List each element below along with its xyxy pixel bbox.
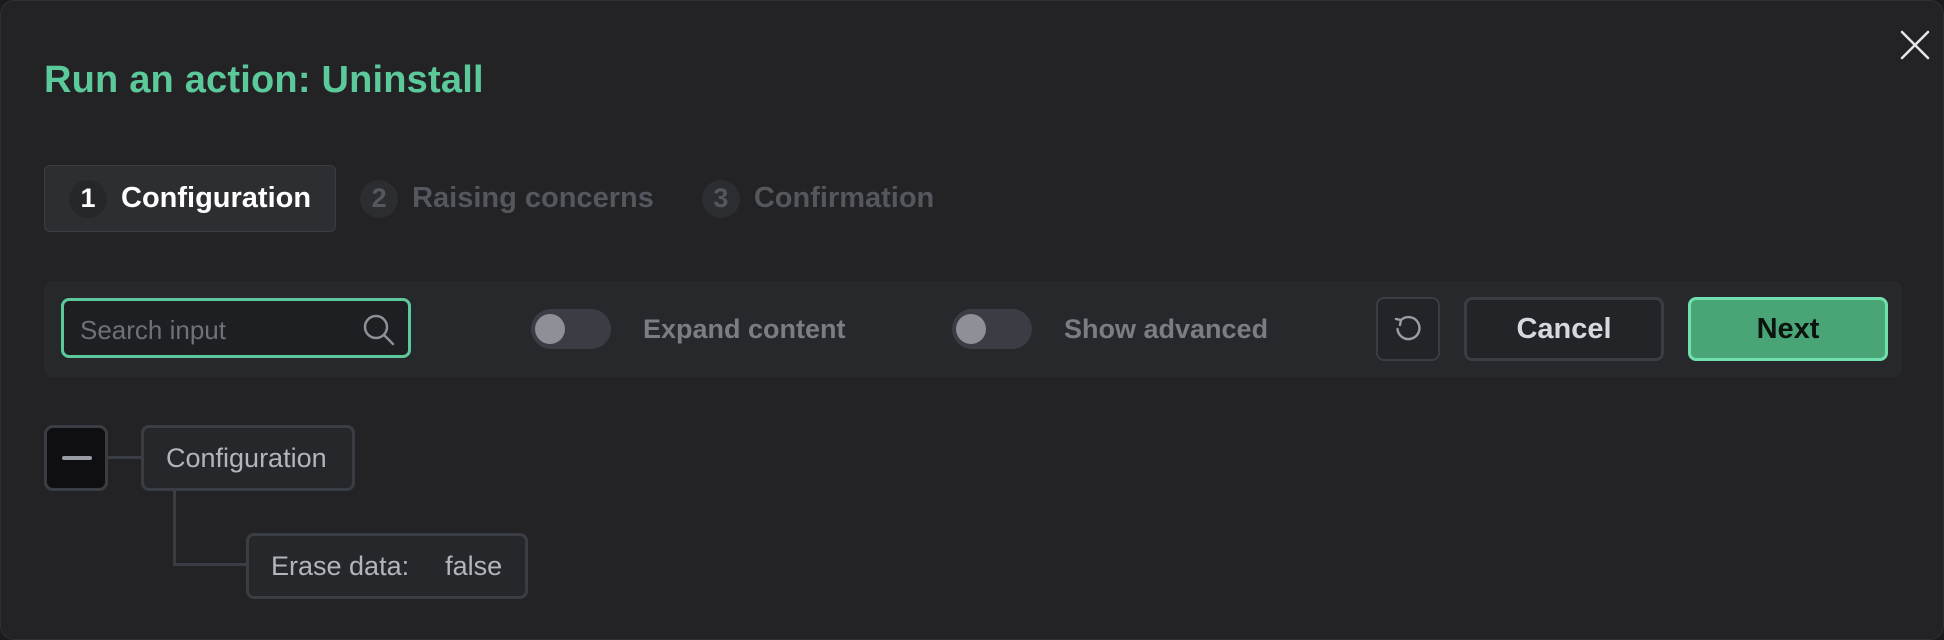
search-input[interactable]	[78, 311, 352, 349]
expand-content-toggle[interactable]	[531, 309, 611, 349]
close-button[interactable]	[1899, 29, 1931, 61]
collapse-icon	[62, 456, 92, 460]
dialog-title: Run an action: Uninstall	[44, 59, 484, 101]
toggle-knob	[535, 314, 565, 344]
collapse-button[interactable]	[44, 425, 108, 491]
step-label: Configuration	[121, 182, 312, 214]
step-configuration[interactable]: 1 Configuration	[44, 165, 337, 232]
expand-content-label: Expand content	[643, 313, 846, 344]
action-dialog: Run an action: Uninstall 1 Configuration…	[0, 0, 1944, 640]
erase-data-key: Erase data:	[271, 550, 410, 581]
toggle-knob	[956, 314, 986, 344]
step-label: Raising concerns	[412, 182, 654, 214]
expand-content-group: Expand content	[531, 309, 846, 349]
show-advanced-label: Show advanced	[1064, 313, 1269, 344]
step-raising-concerns[interactable]: 2 Raising concerns	[336, 165, 678, 232]
tree-node-label: Configuration	[166, 442, 327, 473]
search-box	[61, 298, 411, 358]
show-advanced-group: Show advanced	[952, 309, 1268, 349]
tree-node-erase-data: Erase data: false	[246, 533, 528, 599]
show-advanced-toggle[interactable]	[952, 309, 1032, 349]
step-confirmation[interactable]: 3 Confirmation	[678, 165, 958, 232]
erase-data-value: false	[445, 550, 503, 581]
step-number: 3	[701, 179, 740, 218]
reset-button[interactable]	[1376, 297, 1440, 361]
tree-node-configuration: Configuration	[141, 425, 355, 491]
cancel-button[interactable]: Cancel	[1464, 297, 1664, 361]
step-number: 2	[360, 179, 399, 218]
next-button[interactable]: Next	[1688, 297, 1888, 361]
tree-connector	[173, 491, 176, 566]
step-number: 1	[69, 179, 107, 218]
step-label: Confirmation	[753, 182, 935, 214]
stepper: 1 Configuration 2 Raising concerns 3 Con…	[44, 165, 958, 232]
tree-connector	[173, 563, 246, 566]
tree-connector	[108, 456, 141, 459]
search-icon[interactable]	[362, 313, 396, 347]
close-icon	[1900, 30, 1930, 60]
reset-icon	[1394, 315, 1421, 341]
toolbar: Expand content Show advanced Cancel Next	[44, 281, 1902, 377]
